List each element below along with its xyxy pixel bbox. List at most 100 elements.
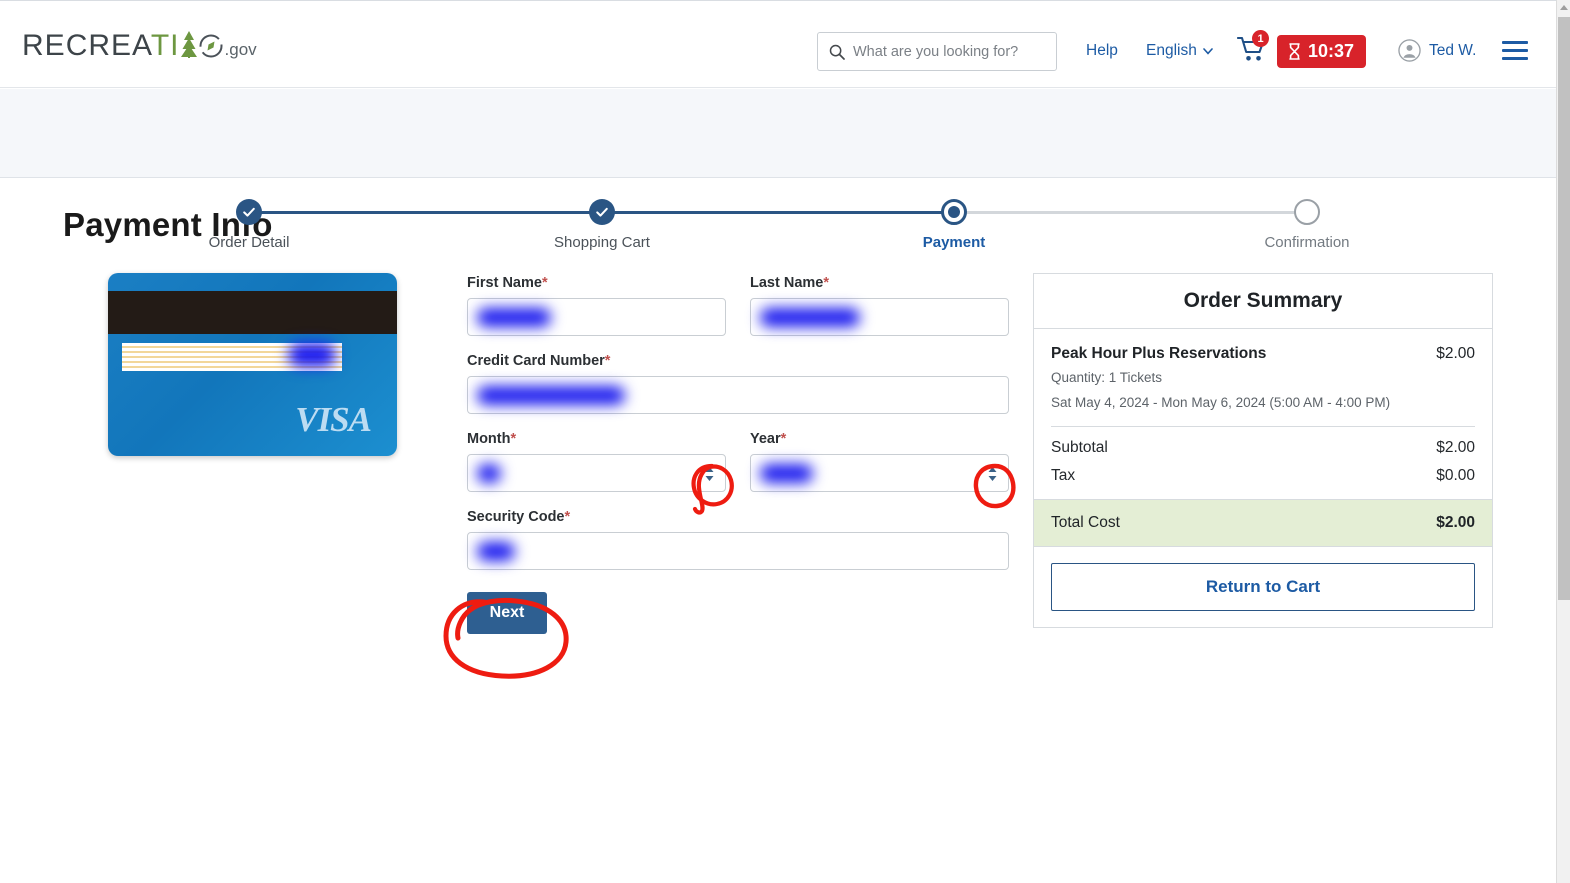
stepper-step-payment[interactable]: Payment xyxy=(874,199,1034,251)
search-icon xyxy=(829,44,845,60)
site-logo[interactable]: RECREATI .gov xyxy=(22,29,257,63)
expiry-month-field-group: Month* xyxy=(467,431,726,492)
security-code-input[interactable] xyxy=(467,532,1009,570)
checkout-progress-stepper: Order Detail Shopping Cart Payment Confi… xyxy=(0,89,1556,251)
avatar xyxy=(1398,39,1421,62)
total-cost-value: $2.00 xyxy=(1436,514,1475,532)
divider xyxy=(1051,426,1475,428)
month-label: Month* xyxy=(467,431,726,447)
order-summary-panel: Order Summary Peak Hour Plus Reservation… xyxy=(1033,273,1493,629)
logo-letter: A xyxy=(132,29,151,62)
redaction-overlay xyxy=(760,464,813,483)
expiry-year-field-group: Year* xyxy=(750,431,1009,492)
step-label: Confirmation xyxy=(1264,234,1350,251)
stepper-step-confirmation[interactable]: Confirmation xyxy=(1227,199,1387,251)
summary-total-row: Total Cost $2.00 xyxy=(1034,499,1492,548)
order-item-name: Peak Hour Plus Reservations xyxy=(1051,345,1267,362)
step-status-dot-pending xyxy=(1294,199,1320,225)
credit-card-number-label: Credit Card Number* xyxy=(467,353,1009,369)
first-name-field-group: First Name* xyxy=(467,275,726,336)
required-asterisk: * xyxy=(541,275,548,291)
search-input[interactable] xyxy=(853,33,1056,70)
first-name-label: First Name* xyxy=(467,275,726,291)
session-timer: 10:37 xyxy=(1277,35,1367,68)
logo-letter: E xyxy=(44,29,66,62)
redaction-overlay xyxy=(477,542,515,561)
required-asterisk: * xyxy=(604,353,611,369)
logo-text-sub: .gov xyxy=(224,40,257,59)
spinner-arrows-icon[interactable] xyxy=(987,466,998,482)
logo-letter: R xyxy=(22,29,45,62)
page-root: RECREATI .gov Help English 1 xyxy=(0,0,1570,883)
subtotal-label: Subtotal xyxy=(1051,439,1108,457)
security-code-label: Security Code* xyxy=(467,509,1009,525)
card-magnetic-stripe xyxy=(108,291,397,334)
required-asterisk: * xyxy=(564,509,571,525)
burger-line xyxy=(1502,57,1528,60)
user-name-label: Ted W. xyxy=(1429,41,1477,59)
redaction-overlay xyxy=(477,464,501,483)
logo-compass-icon xyxy=(198,29,224,62)
logo-word: RECREATI xyxy=(22,29,224,62)
site-header: RECREATI .gov Help English 1 xyxy=(0,0,1556,88)
last-name-label: Last Name* xyxy=(750,275,1009,291)
step-label: Payment xyxy=(922,234,986,251)
redaction-overlay xyxy=(477,308,551,327)
first-name-input[interactable] xyxy=(467,298,726,336)
order-summary-footer: Return to Cart xyxy=(1034,547,1492,627)
total-cost-label: Total Cost xyxy=(1051,514,1120,532)
tax-value: $0.00 xyxy=(1436,467,1475,485)
last-name-field-group: Last Name* xyxy=(750,275,1009,336)
logo-letter: R xyxy=(88,29,112,62)
stepper-step-shopping-cart[interactable]: Shopping Cart xyxy=(522,199,682,251)
credit-card-number-label-text: Credit Card Number xyxy=(467,353,605,369)
timer-label: 10:37 xyxy=(1308,41,1355,61)
next-button[interactable]: Next xyxy=(467,592,547,634)
step-status-dot xyxy=(589,199,615,225)
credit-card-number-field-group: Credit Card Number* xyxy=(467,353,1009,414)
required-asterisk: * xyxy=(823,275,829,291)
check-icon xyxy=(243,207,255,217)
month-select[interactable] xyxy=(467,454,726,492)
hamburger-menu-icon[interactable] xyxy=(1502,41,1528,60)
month-label-text: Month xyxy=(467,431,511,447)
vertical-scrollbar[interactable] xyxy=(1556,0,1570,883)
year-label-text: Year xyxy=(750,431,781,447)
check-icon xyxy=(596,207,608,217)
logo-letter: I xyxy=(170,29,180,62)
card-cvv-redaction xyxy=(288,343,336,367)
required-asterisk: * xyxy=(780,431,787,447)
search-box[interactable] xyxy=(817,32,1057,71)
summary-line-subtotal: Subtotal $2.00 xyxy=(1051,439,1475,457)
order-summary-body: Peak Hour Plus Reservations $2.00 Quanti… xyxy=(1034,329,1492,499)
step-status-dot-current xyxy=(941,199,967,225)
return-to-cart-button[interactable]: Return to Cart xyxy=(1051,563,1475,612)
scrollbar-thumb[interactable] xyxy=(1558,17,1570,600)
language-selector[interactable]: English xyxy=(1146,42,1213,60)
order-item-quantity: Quantity: 1 Tickets xyxy=(1051,370,1163,385)
credit-card-illustration: VISA xyxy=(108,273,397,456)
user-menu[interactable]: Ted W. xyxy=(1398,39,1476,62)
scrollbar-up-arrow-icon[interactable] xyxy=(1558,1,1570,15)
step-label: Shopping Cart xyxy=(554,234,650,251)
security-code-label-text: Security Code xyxy=(467,509,565,525)
first-name-label-text: First Name xyxy=(467,275,542,291)
subtotal-value: $2.00 xyxy=(1436,439,1475,457)
last-name-label-text: Last Name xyxy=(750,275,824,291)
logo-letter: T xyxy=(150,29,171,62)
logo-letter: C xyxy=(65,29,89,62)
burger-line xyxy=(1502,41,1528,44)
spinner-arrows-icon[interactable] xyxy=(704,466,715,482)
logo-tree-icon xyxy=(180,29,198,62)
logo-letter: E xyxy=(111,29,133,62)
last-name-input[interactable] xyxy=(750,298,1009,336)
year-select[interactable] xyxy=(750,454,1009,492)
credit-card-number-input[interactable] xyxy=(467,376,1009,414)
help-link[interactable]: Help xyxy=(1086,42,1118,60)
security-code-field-group: Security Code* xyxy=(467,509,1009,570)
burger-line xyxy=(1502,49,1528,52)
cart-count-badge: 1 xyxy=(1252,30,1269,47)
tax-label: Tax xyxy=(1051,467,1076,485)
language-label: English xyxy=(1146,42,1197,59)
logo-text-main: RECREATI xyxy=(22,29,224,63)
